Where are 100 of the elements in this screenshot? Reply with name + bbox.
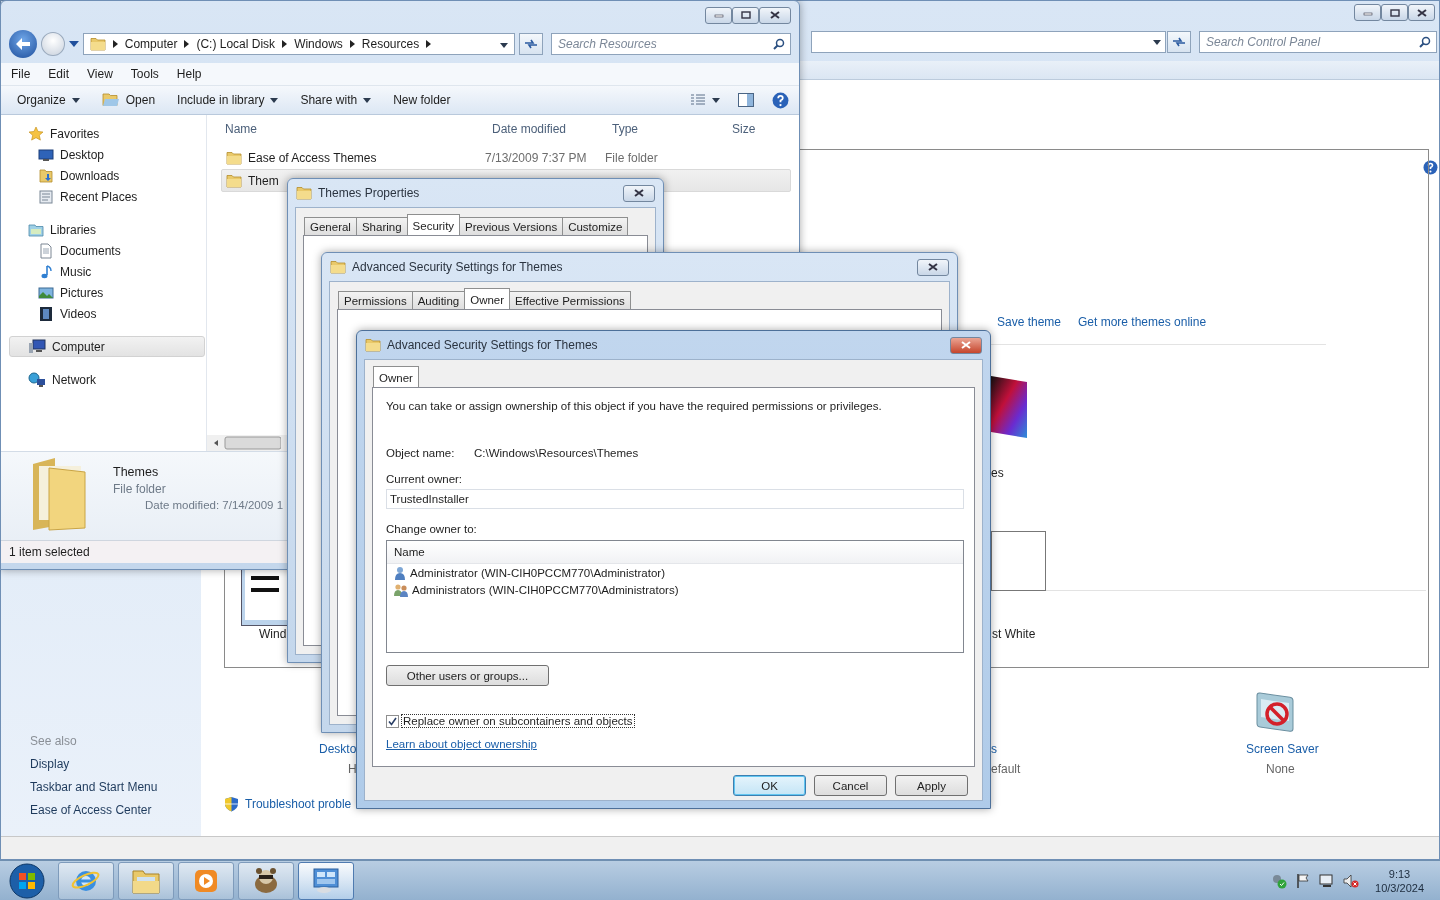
minimize-icon xyxy=(713,12,724,18)
see-also-link[interactable]: Display xyxy=(30,757,158,771)
tab[interactable]: Effective Permissions xyxy=(509,291,631,309)
breadcrumb-item[interactable]: Windows xyxy=(294,37,343,51)
nav-item[interactable]: Videos xyxy=(9,303,205,324)
close-button[interactable] xyxy=(950,336,982,354)
menu-item[interactable]: Edit xyxy=(38,67,78,81)
nav-item[interactable]: Downloads xyxy=(9,165,205,186)
see-also-link[interactable]: Taskbar and Start Menu xyxy=(30,780,158,794)
nav-item[interactable]: Recent Places xyxy=(9,186,205,207)
see-also-link[interactable]: Ease of Access Center xyxy=(30,803,158,817)
column-header[interactable]: Size xyxy=(726,122,799,136)
nav-item[interactable]: Pictures xyxy=(9,282,205,303)
other-users-button[interactable]: Other users or groups... xyxy=(386,665,549,686)
tab[interactable]: Security xyxy=(406,214,461,235)
column-header[interactable]: Date modified xyxy=(486,122,606,136)
nav-item[interactable]: Libraries xyxy=(9,219,205,240)
column-header[interactable]: Name xyxy=(207,122,486,136)
minimize-button[interactable] xyxy=(1354,4,1381,21)
preview-pane-button[interactable] xyxy=(738,93,754,107)
dialog-button[interactable]: Apply xyxy=(895,775,968,796)
owner-list[interactable]: Name Administrator (WIN-CIH0PCCM770\Administrator) Administrators (WIN-CIH0PCCM770\Administrators) xyxy=(386,540,964,653)
user-icon xyxy=(393,565,407,580)
close-button[interactable] xyxy=(759,6,791,24)
maximize-button[interactable] xyxy=(732,6,759,24)
toolbar-button[interactable]: New folder xyxy=(393,93,451,107)
breadcrumb-item[interactable]: Resources xyxy=(361,37,420,51)
setting-link[interactable]: Deskto xyxy=(319,742,357,756)
clock[interactable]: 9:13 10/3/2024 xyxy=(1367,867,1428,894)
document-icon xyxy=(38,242,54,259)
current-owner-field[interactable]: TrustedInstaller xyxy=(386,489,964,509)
tab[interactable]: Auditing xyxy=(411,291,466,309)
window-title: Advanced Security Settings for Themes xyxy=(352,260,563,274)
taskbar-button[interactable] xyxy=(238,861,294,900)
help-icon[interactable] xyxy=(1423,160,1438,175)
tab[interactable]: Previous Versions xyxy=(459,217,564,235)
toolbar-button[interactable]: Share with xyxy=(300,93,372,107)
checkbox-label[interactable]: Replace owner on subcontainers and objects xyxy=(401,714,635,728)
nav-item[interactable]: Music xyxy=(9,261,205,282)
search-icon xyxy=(1419,36,1431,48)
troubleshoot-link[interactable]: Troubleshoot proble xyxy=(245,797,352,811)
menu-item[interactable]: Help xyxy=(166,67,210,81)
menu-item[interactable]: View xyxy=(77,67,121,81)
nav-item[interactable]: Computer xyxy=(9,336,205,357)
breadcrumb-item[interactable]: (C:) Local Disk xyxy=(196,37,276,51)
file-row[interactable]: Ease of Access Themes 7/13/2009 7:37 PM File folder xyxy=(221,146,791,169)
flag-icon[interactable] xyxy=(1295,872,1312,889)
minimize-button[interactable] xyxy=(705,6,732,24)
toolbar-button[interactable]: Open xyxy=(101,93,156,107)
tab[interactable]: Owner xyxy=(373,366,419,387)
checkbox[interactable] xyxy=(386,714,399,728)
file-name: Ease of Access Themes xyxy=(248,150,377,165)
address-bar[interactable] xyxy=(811,31,1166,53)
network-icon[interactable] xyxy=(1319,872,1336,889)
view-button[interactable] xyxy=(690,94,720,106)
close-button[interactable] xyxy=(623,184,655,202)
close-button[interactable] xyxy=(917,258,949,276)
menu-item[interactable]: Tools xyxy=(120,67,167,81)
nav-item[interactable]: Desktop xyxy=(9,144,205,165)
dialog-button[interactable]: OK xyxy=(733,775,806,796)
refresh-button[interactable] xyxy=(519,33,543,55)
owner-item[interactable]: Administrators (WIN-CIH0PCCM770\Administrators) xyxy=(387,581,963,598)
owner-item[interactable]: Administrator (WIN-CIH0PCCM770\Administrator) xyxy=(387,564,963,581)
maximize-button[interactable] xyxy=(1381,4,1408,21)
toolbar-button[interactable]: Organize xyxy=(17,93,80,107)
menu-item[interactable]: File xyxy=(1,67,39,81)
tab[interactable]: Sharing xyxy=(355,217,408,235)
tab[interactable]: Owner xyxy=(464,288,511,309)
folder-icon xyxy=(226,173,242,188)
setting-link[interactable]: Screen Saver xyxy=(1246,742,1319,756)
theme-link[interactable]: Get more themes online xyxy=(1078,315,1207,329)
column-header[interactable]: Name xyxy=(394,546,425,558)
setting-link[interactable]: s xyxy=(991,742,997,756)
start-button[interactable] xyxy=(8,861,46,900)
address-bar[interactable]: Computer (C:) Local Disk Windows Resources xyxy=(82,33,516,55)
close-button[interactable] xyxy=(1408,4,1435,21)
start-orb-icon xyxy=(8,861,46,900)
theme-thumbnail[interactable] xyxy=(991,531,1046,591)
theme-link[interactable]: Save theme xyxy=(997,315,1062,329)
refresh-button[interactable] xyxy=(1167,31,1191,53)
toolbar-button[interactable]: Include in library xyxy=(177,93,279,107)
nav-item[interactable]: Documents xyxy=(9,240,205,261)
breadcrumb-item[interactable]: Computer xyxy=(124,37,178,51)
column-header[interactable]: Type xyxy=(606,122,726,136)
dialog-button[interactable]: Cancel xyxy=(814,775,887,796)
search-field[interactable]: Search Control Panel xyxy=(1199,31,1437,53)
star-icon xyxy=(28,125,44,142)
back-button[interactable] xyxy=(9,30,37,58)
caret-icon[interactable] xyxy=(68,41,79,47)
help-icon[interactable] xyxy=(772,91,789,109)
nav-item[interactable]: Favorites xyxy=(9,123,205,144)
muted-speaker-icon[interactable] xyxy=(1343,872,1360,889)
tab[interactable]: Customize xyxy=(562,217,629,235)
search-field[interactable]: Search Resources xyxy=(550,33,791,55)
caret-icon xyxy=(363,97,372,103)
tab[interactable]: Permissions xyxy=(338,291,413,309)
nav-item[interactable]: Network xyxy=(9,369,205,390)
close-icon xyxy=(961,341,971,349)
tab[interactable]: General xyxy=(304,217,357,235)
help-link[interactable]: Learn about object ownership xyxy=(386,738,537,750)
